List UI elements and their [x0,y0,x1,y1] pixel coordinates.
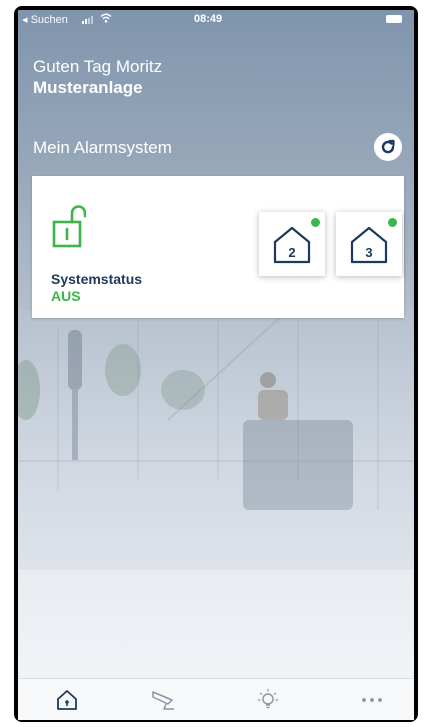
zone-number: 3 [365,245,373,260]
lightbulb-icon [258,689,278,709]
battery-icon [386,15,402,23]
tab-more[interactable] [358,686,386,714]
background-photo [18,310,414,570]
tab-alarm-home[interactable] [53,686,81,714]
greeting-text: Guten Tag Moritz [33,57,163,76]
clock: 08:49 [194,13,223,25]
zone-number: 2 [288,245,296,260]
refresh-icon [381,139,395,154]
zone-3-button[interactable]: 3 [336,212,402,276]
system-status-label: Systemstatus [51,271,143,287]
installation-name: Musteranlage [33,78,143,97]
zone-2-button[interactable]: 2 [259,212,325,276]
alarm-system-title: Mein Alarmsystem [33,138,172,157]
home-alarm-icon [57,690,77,710]
alarm-status-card[interactable]: Systemstatus AUS 2 3 [32,176,404,318]
zone-online-indicator [388,218,397,227]
unlocked-padlock-icon [52,205,86,248]
zone-online-indicator [311,218,320,227]
app-screen: ◂ Suchen 08:49 Guten Tag Moritz Musteran… [18,10,414,720]
bottom-tab-bar [18,678,414,720]
system-status-value: AUS [51,288,81,304]
tab-lights[interactable] [254,686,282,714]
more-icon [362,698,382,702]
wifi-icon [100,13,112,23]
back-to-search-link[interactable]: ◂ Suchen [22,13,68,26]
signal-strength-icon [82,16,93,24]
tab-cameras[interactable] [150,686,178,714]
refresh-button[interactable] [374,133,402,161]
ios-status-bar: ◂ Suchen 08:49 [18,10,414,28]
camera-icon [152,691,174,710]
greeting-block: Guten Tag Moritz Musteranlage [33,56,162,98]
